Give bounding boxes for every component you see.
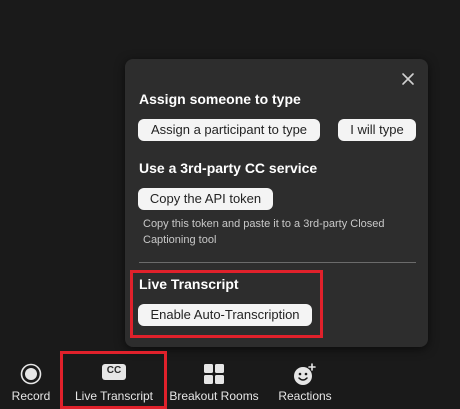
copy-api-token-button[interactable]: Copy the API token <box>138 188 273 210</box>
cc-icon: CC <box>101 363 127 386</box>
breakout-rooms-icon <box>203 363 225 390</box>
record-button[interactable]: Record <box>4 357 58 407</box>
i-will-type-button[interactable]: I will type <box>338 119 416 141</box>
record-label: Record <box>11 389 51 403</box>
third-party-heading: Use a 3rd-party CC service <box>139 160 318 176</box>
assign-heading: Assign someone to type <box>139 91 301 107</box>
live-transcript-highlight <box>130 270 323 338</box>
live-transcript-button[interactable]: CC Live Transcript <box>64 357 164 407</box>
live-transcript-label: Live Transcript <box>74 389 154 403</box>
record-icon <box>20 363 42 390</box>
reactions-label: Reactions <box>278 389 332 403</box>
close-icon[interactable] <box>400 71 416 87</box>
reactions-icon <box>293 363 317 392</box>
token-hint-text: Copy this token and paste it to a 3rd-pa… <box>143 218 385 246</box>
breakout-rooms-button[interactable]: Breakout Rooms <box>168 357 260 407</box>
reactions-button[interactable]: Reactions <box>270 357 340 407</box>
breakout-rooms-label: Breakout Rooms <box>169 389 259 403</box>
divider <box>139 262 416 263</box>
assign-participant-button[interactable]: Assign a participant to type <box>138 119 320 141</box>
